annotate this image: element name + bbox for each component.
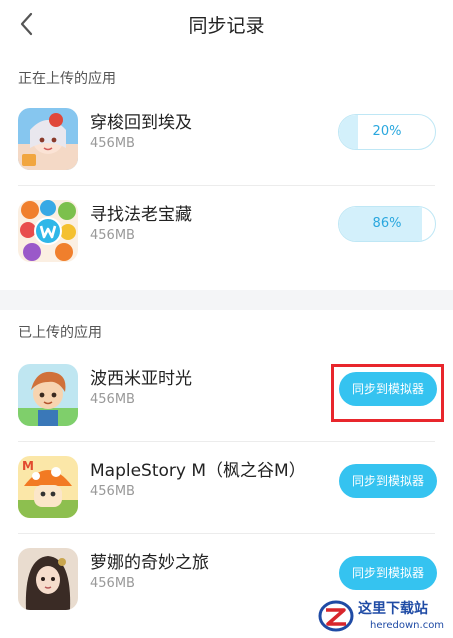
- sync-to-emulator-button[interactable]: 同步到模拟器: [339, 464, 437, 498]
- app-name: 萝娜的奇妙之旅: [90, 553, 209, 573]
- watermark-name: 这里下载站: [358, 600, 428, 617]
- list-item: 寻找法老宝藏 456MB 86%: [0, 186, 453, 278]
- list-item: 穿梭回到埃及 456MB 20%: [0, 94, 453, 186]
- list-item: M MapleStory M（枫之谷M） 456MB 同步到模拟器: [0, 442, 453, 534]
- app-size: 456MB: [90, 484, 135, 499]
- top-bar: 同步记录: [0, 0, 453, 50]
- app-name: 寻找法老宝藏: [90, 205, 192, 225]
- svg-text:M: M: [22, 459, 34, 473]
- app-name: MapleStory M（枫之谷M）: [90, 461, 306, 481]
- app-size: 456MB: [90, 228, 135, 243]
- upload-progress: 20%: [338, 114, 436, 150]
- app-icon-bohemia: [18, 364, 78, 426]
- progress-label: 20%: [372, 124, 402, 139]
- app-size: 456MB: [90, 392, 135, 407]
- upload-progress: 86%: [338, 206, 436, 242]
- app-icon-luna: [18, 548, 78, 610]
- watermark-url: heredown.com: [370, 620, 444, 631]
- app-icon-maplestory: M: [18, 456, 78, 518]
- section-title-uploading: 正在上传的应用: [18, 71, 116, 87]
- sync-to-emulator-button[interactable]: 同步到模拟器: [339, 556, 437, 590]
- app-name: 波西米亚时光: [90, 369, 192, 389]
- page-title: 同步记录: [188, 15, 265, 37]
- highlight-box: [331, 364, 444, 422]
- app-size: 456MB: [90, 136, 135, 151]
- app-icon-words: [18, 200, 78, 262]
- watermark-logo: 这里下载站 heredown.com: [318, 596, 450, 634]
- progress-label: 86%: [372, 216, 402, 231]
- section-title-uploaded: 已上传的应用: [18, 325, 102, 341]
- app-icon-egypt: [18, 108, 78, 170]
- app-size: 456MB: [90, 576, 135, 591]
- app-name: 穿梭回到埃及: [90, 113, 192, 133]
- section-divider: [0, 290, 453, 310]
